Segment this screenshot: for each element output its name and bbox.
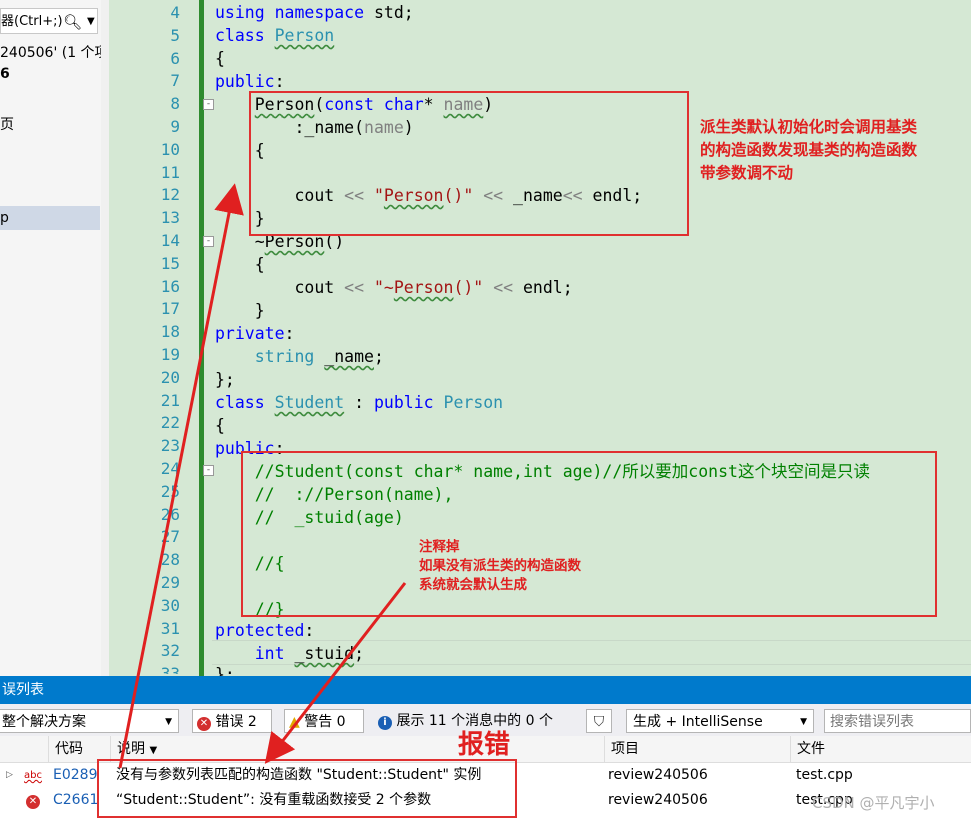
arrow-to-error-row (264, 582, 407, 764)
arrow-to-base-constructor (118, 183, 244, 769)
annotation-arrows (118, 183, 407, 769)
